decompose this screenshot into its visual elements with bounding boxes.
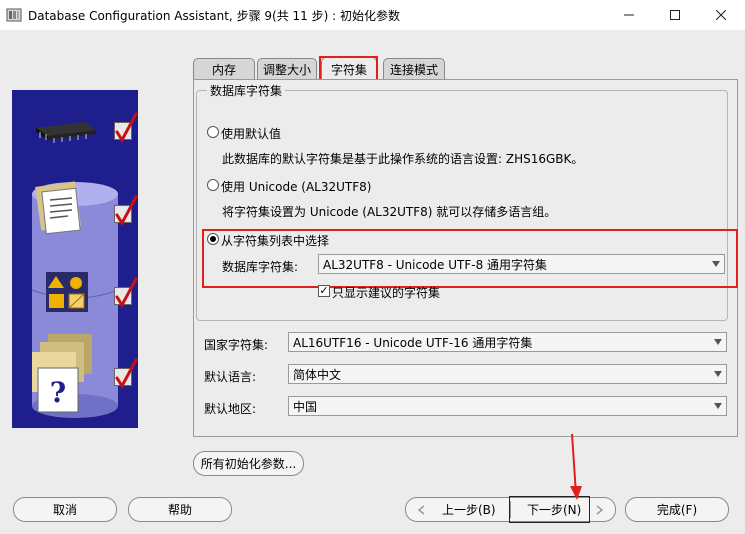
all-params-button[interactable]: 所有初始化参数... [193, 451, 304, 476]
default-territory-select[interactable]: 中国 [288, 396, 727, 416]
chevron-down-icon [714, 371, 722, 377]
chevron-right-icon [596, 504, 604, 515]
close-button[interactable] [698, 0, 744, 30]
back-label: 上一步(B) [442, 503, 496, 517]
db-charset-legend: 数据库字符集 [207, 82, 286, 99]
tab-memory[interactable]: 内存 [193, 58, 255, 80]
next-focus-ring [509, 496, 590, 523]
back-button[interactable]: 上一步(B) [406, 498, 510, 521]
show-recommended-checkbox[interactable]: ✓ [318, 285, 330, 297]
radio-unicode-label[interactable]: 使用 Unicode (AL32UTF8) [221, 178, 371, 195]
chevron-left-icon [417, 504, 425, 515]
cancel-button[interactable]: 取消 [13, 497, 117, 522]
tab-connection-mode[interactable]: 连接模式 [383, 58, 445, 80]
minimize-icon [624, 14, 634, 16]
window-title: Database Configuration Assistant, 步骤 9(共… [28, 9, 400, 23]
finish-label: 完成(F) [656, 503, 698, 517]
default-language-label: 默认语言: [204, 370, 257, 384]
radio-unicode-charset[interactable] [207, 179, 219, 191]
documents-folder-icon [35, 181, 81, 235]
charset-highlight-annotation [202, 229, 738, 288]
help-folders-icon: ? [32, 334, 92, 413]
radio-default-charset[interactable] [207, 126, 219, 138]
tab-memory-label: 内存 [211, 63, 236, 77]
chevron-down-icon [714, 403, 722, 409]
chevron-down-icon [714, 339, 722, 345]
all-params-label: 所有初始化参数... [200, 457, 297, 471]
default-territory-value: 中国 [293, 399, 318, 414]
maximize-button[interactable] [652, 0, 698, 30]
wizard-illustration: ? [12, 90, 138, 428]
checkmarks-overlay [115, 112, 138, 389]
maximize-icon [670, 10, 680, 20]
national-charset-value: AL16UTF16 - Unicode UTF-16 通用字符集 [293, 335, 533, 350]
app-icon [6, 8, 22, 22]
memory-chip-icon [36, 122, 96, 143]
help-button[interactable]: 帮助 [128, 497, 232, 522]
national-charset-select[interactable]: AL16UTF16 - Unicode UTF-16 通用字符集 [288, 332, 727, 352]
tab-sizing-label: 调整大小 [262, 63, 311, 77]
unicode-charset-description: 将字符集设置为 Unicode (AL32UTF8) 就可以存储多语言组。 [222, 205, 557, 219]
shapes-icon [46, 272, 88, 312]
cancel-label: 取消 [52, 503, 77, 517]
minimize-button[interactable] [606, 0, 652, 30]
radio-default-label[interactable]: 使用默认值 [221, 125, 281, 142]
tab-sizing[interactable]: 调整大小 [257, 58, 317, 80]
help-label: 帮助 [167, 503, 192, 517]
default-language-select[interactable]: 简体中文 [288, 364, 727, 384]
default-territory-label: 默认地区: [204, 402, 257, 416]
default-language-value: 简体中文 [293, 367, 342, 382]
tab-connection-mode-label: 连接模式 [389, 63, 438, 77]
default-charset-description: 此数据库的默认字符集是基于此操作系统的语言设置: ZHS16GBK。 [222, 152, 584, 166]
show-recommended-label[interactable]: 只显示建议的字符集 [332, 284, 440, 301]
close-icon [716, 10, 726, 20]
finish-button[interactable]: 完成(F) [625, 497, 729, 522]
svg-text:?: ? [50, 376, 66, 409]
national-charset-label: 国家字符集: [204, 338, 269, 352]
title-bar: Database Configuration Assistant, 步骤 9(共… [0, 0, 745, 30]
